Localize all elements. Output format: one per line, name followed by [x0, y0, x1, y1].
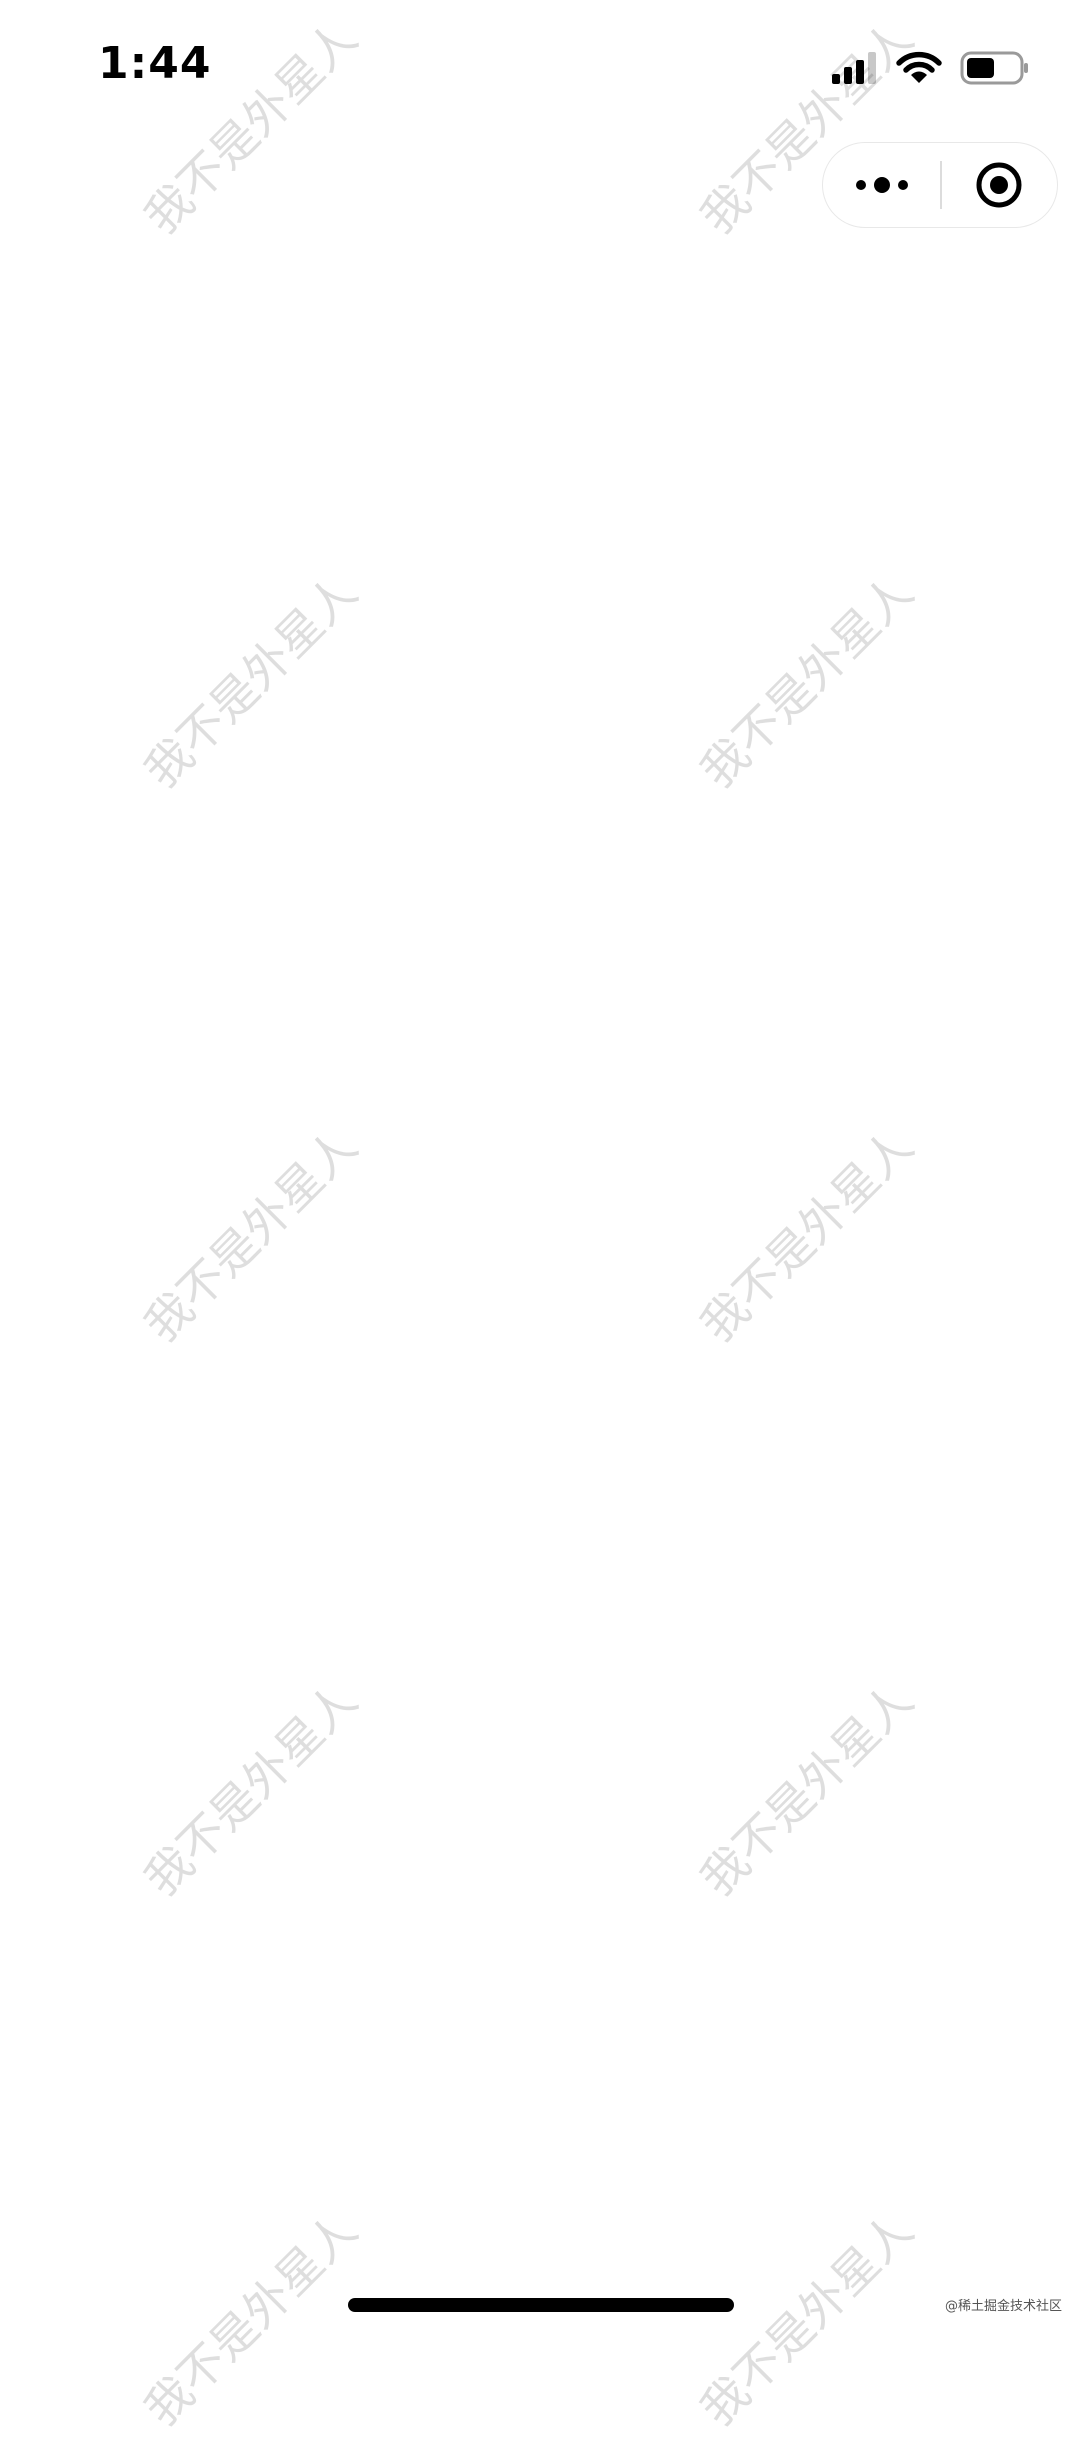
watermark-text: 我不是外星人 [134, 1672, 368, 1907]
watermark-text: 我不是外星人 [690, 1672, 924, 1907]
watermark-layer: 我不是外星人 我不是外星人 我不是外星人 我不是外星人 我不是外星人 我不是外星… [0, 0, 1080, 2436]
source-credit: @稀土掘金技术社区 [944, 2299, 1062, 2314]
watermark-text: 我不是外星人 [690, 2202, 924, 2437]
more-dots-icon [855, 177, 908, 193]
watermark-text: 我不是外星人 [134, 1118, 368, 1353]
wifi-icon [896, 51, 942, 83]
watermark-text: 我不是外星人 [134, 564, 368, 799]
target-close-icon [976, 162, 1022, 208]
mini-program-capsule [822, 142, 1058, 228]
home-indicator[interactable] [348, 2298, 734, 2312]
battery-icon [960, 51, 1028, 85]
watermark-text: 我不是外星人 [134, 2202, 368, 2437]
status-icons [832, 48, 1030, 88]
close-button[interactable] [942, 143, 1057, 227]
watermark-text: 我不是外星人 [690, 1118, 924, 1353]
more-button[interactable] [823, 143, 940, 227]
watermark-text: 我不是外星人 [690, 564, 924, 799]
signal-icon [832, 52, 876, 84]
status-time: 1:44 [98, 38, 212, 89]
status-bar: 1:44 [0, 0, 1080, 140]
